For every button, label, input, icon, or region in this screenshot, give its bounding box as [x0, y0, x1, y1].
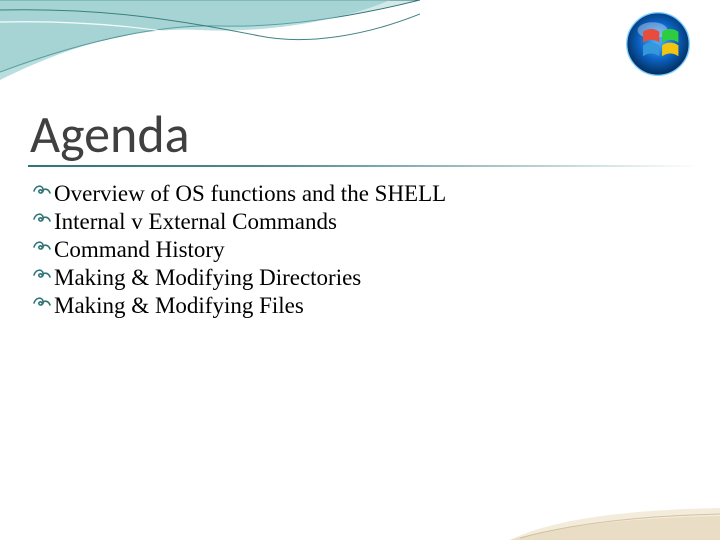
bullet-text: Making & Modifying Directories — [54, 264, 361, 292]
list-item: Making & Modifying Files — [32, 292, 680, 320]
bullet-icon — [32, 209, 52, 229]
list-item: Making & Modifying Directories — [32, 264, 680, 292]
bullet-icon — [32, 237, 52, 257]
list-item: Internal v External Commands — [32, 208, 680, 236]
bullet-icon — [32, 265, 52, 285]
bullet-text: Command History — [54, 236, 225, 264]
list-item: Overview of OS functions and the SHELL — [32, 180, 680, 208]
windows-logo-icon — [624, 10, 692, 78]
title-underline — [28, 165, 700, 167]
bullet-text: Making & Modifying Files — [54, 292, 304, 320]
bullet-text: Internal v External Commands — [54, 208, 337, 236]
bullet-text: Overview of OS functions and the SHELL — [54, 180, 446, 208]
bottom-wave-decoration — [510, 480, 720, 540]
slide: Agenda Overview of OS functions and the … — [0, 0, 720, 540]
bullet-list: Overview of OS functions and the SHELL I… — [32, 180, 680, 320]
list-item: Command History — [32, 236, 680, 264]
bullet-icon — [32, 181, 52, 201]
top-wave-decoration — [0, 0, 420, 90]
slide-title: Agenda — [30, 102, 190, 166]
bullet-icon — [32, 293, 52, 313]
